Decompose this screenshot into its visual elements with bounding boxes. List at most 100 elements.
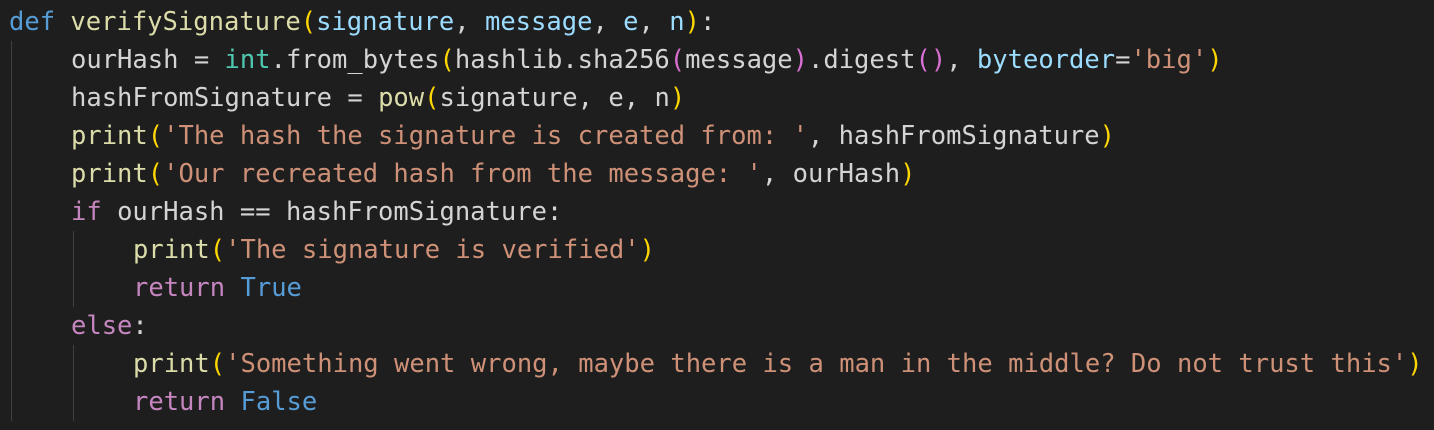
- code-token: ): [1407, 349, 1423, 379]
- code-token: ,: [592, 7, 624, 37]
- code-token: from_bytes: [285, 45, 440, 75]
- code-token: hashlib: [454, 45, 563, 75]
- code-token: sha256: [577, 45, 670, 75]
- code-token: ): [1207, 45, 1223, 75]
- code-token: =: [1115, 45, 1131, 75]
- code-token: return: [133, 273, 226, 303]
- code-token: .: [807, 45, 824, 75]
- code-line[interactable]: return False: [133, 383, 317, 421]
- code-line[interactable]: return True: [133, 269, 302, 307]
- code-token: pow: [378, 83, 425, 113]
- code-token: ,: [623, 83, 655, 113]
- code-line[interactable]: if ourHash == hashFromSignature:: [71, 193, 562, 231]
- code-token: ,: [946, 45, 977, 75]
- code-token: 'The hash the signature is created from:…: [163, 121, 808, 151]
- code-token: signature: [439, 83, 578, 113]
- code-line[interactable]: print('Our recreated hash from the messa…: [71, 155, 915, 193]
- code-line[interactable]: print('Something went wrong, maybe there…: [133, 345, 1423, 383]
- code-token: e: [608, 83, 624, 113]
- code-token: ,: [638, 7, 670, 37]
- code-token: ourHash: [71, 45, 179, 75]
- code-token: ourHash: [792, 159, 901, 189]
- code-token: ): [639, 235, 655, 265]
- code-line[interactable]: print('The hash the signature is created…: [71, 117, 1115, 155]
- code-token: byteorder: [976, 45, 1116, 75]
- code-line[interactable]: print('The signature is verified'): [133, 231, 655, 269]
- code-token: hashFromSignature: [838, 121, 1100, 151]
- code-token: True: [240, 273, 302, 303]
- code-token: int: [224, 45, 271, 75]
- indent-guide: [73, 269, 74, 307]
- code-token: ): [1099, 121, 1115, 151]
- code-token: ): [669, 83, 686, 113]
- indent-guide: [11, 345, 12, 383]
- code-token: signature: [316, 7, 455, 37]
- indent-guide: [73, 231, 74, 269]
- code-token: (: [300, 7, 317, 37]
- code-token: def: [9, 7, 56, 37]
- code-token: ,: [577, 83, 609, 113]
- code-token: (: [147, 159, 164, 189]
- indent-guide: [11, 117, 12, 155]
- code-token: :: [699, 7, 716, 37]
- code-editor[interactable]: def verifySignature(signature, message, …: [0, 0, 1434, 430]
- code-token: e: [623, 7, 639, 37]
- code-token: =: [178, 45, 225, 75]
- indent-guide: [11, 231, 12, 269]
- code-token: False: [240, 387, 318, 417]
- code-token: return: [133, 387, 226, 417]
- indent-guide: [73, 383, 74, 421]
- code-line[interactable]: ourHash = int.from_bytes(hashlib.sha256(…: [71, 41, 1223, 79]
- indent-guide: [11, 383, 12, 421]
- indent-guide: [11, 193, 12, 231]
- indent-guide: [11, 79, 12, 117]
- code-token: ): [684, 7, 700, 37]
- code-token: ): [792, 45, 808, 75]
- code-token: 'The signature is verified': [225, 235, 640, 265]
- indent-guide: [11, 41, 12, 79]
- code-line[interactable]: hashFromSignature = pow(signature, e, n): [71, 79, 685, 117]
- code-token: print: [71, 121, 148, 151]
- code-token: (: [209, 349, 226, 379]
- indent-guide: [73, 345, 74, 383]
- code-token: (: [424, 83, 440, 113]
- code-token: print: [133, 235, 210, 265]
- code-token: message: [685, 45, 793, 75]
- code-token: ,: [761, 159, 793, 189]
- code-token: ): [900, 159, 916, 189]
- indent-guide: [11, 269, 12, 307]
- code-token: ,: [454, 7, 485, 37]
- code-token: ourHash == hashFromSignature:: [101, 197, 563, 227]
- code-token: print: [71, 159, 148, 189]
- code-token: (: [439, 45, 455, 75]
- indent-guide: [11, 307, 12, 345]
- code-token: message: [484, 7, 593, 37]
- code-token: 'big': [1130, 45, 1208, 75]
- code-token: verifySignature: [70, 7, 301, 37]
- code-token: ): [930, 45, 947, 75]
- indent-guide: [11, 155, 12, 193]
- code-token: hashFromSignature: [71, 83, 332, 113]
- code-token: .: [562, 45, 578, 75]
- code-token: (: [915, 45, 931, 75]
- code-token: =: [332, 83, 379, 113]
- code-token: :: [132, 311, 148, 341]
- code-token: ,: [807, 121, 839, 151]
- code-token: (: [209, 235, 226, 265]
- code-token: .: [270, 45, 286, 75]
- code-token: else: [71, 311, 133, 341]
- code-line[interactable]: def verifySignature(signature, message, …: [9, 3, 715, 41]
- code-token: (: [669, 45, 686, 75]
- code-token: n: [654, 83, 670, 113]
- code-token: n: [669, 7, 685, 37]
- code-token: 'Something went wrong, maybe there is a …: [225, 349, 1408, 379]
- code-token: print: [133, 349, 210, 379]
- code-token: if: [71, 197, 102, 227]
- code-token: digest: [823, 45, 916, 75]
- code-line[interactable]: else:: [71, 307, 148, 345]
- code-token: (: [147, 121, 164, 151]
- code-token: 'Our recreated hash from the message: ': [163, 159, 762, 189]
